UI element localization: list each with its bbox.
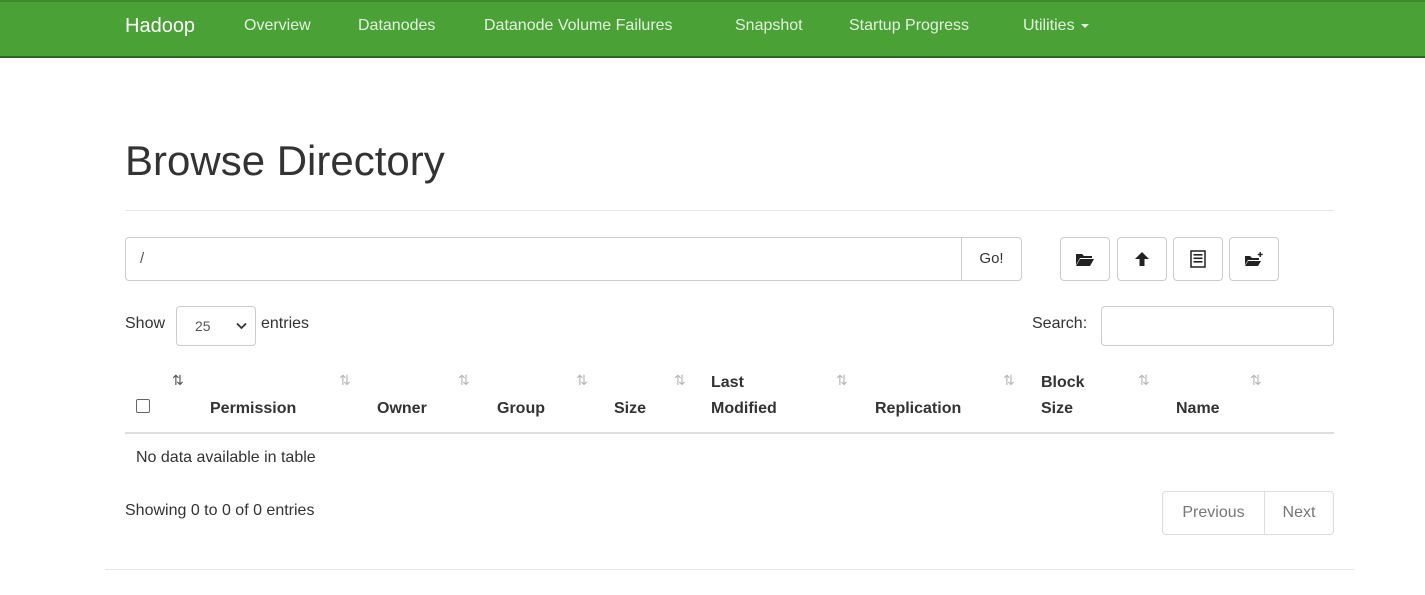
nav-datanodes[interactable]: Datanodes	[358, 16, 435, 36]
entries-label: entries	[261, 315, 310, 332]
column-header-group[interactable]: Group	[497, 396, 545, 422]
list-icon	[1190, 250, 1206, 268]
nav-datanode-volume-failures[interactable]: Datanode Volume Failures	[484, 16, 673, 36]
upload-cloud-icon	[1135, 252, 1149, 266]
brand-link[interactable]: Hadoop	[125, 14, 195, 38]
next-page-button[interactable]: Next	[1265, 492, 1333, 534]
sort-icon[interactable]: ⇅	[1250, 372, 1262, 389]
previous-page-button[interactable]: Previous	[1163, 492, 1265, 534]
directory-path-input[interactable]: /	[125, 237, 962, 281]
nav-overview[interactable]: Overview	[244, 16, 311, 36]
sort-icon[interactable]: ⇅	[576, 372, 588, 389]
sort-icon[interactable]: ⇅	[339, 372, 351, 389]
sort-asc-icon[interactable]: ⇅	[172, 372, 184, 389]
pagination: Previous Next	[1162, 491, 1334, 535]
search-label: Search:	[1032, 315, 1088, 332]
select-all-checkbox[interactable]	[136, 399, 150, 413]
page-title: Browse Directory	[125, 137, 445, 184]
show-label: Show	[125, 315, 166, 332]
column-header-replication[interactable]: Replication	[875, 396, 961, 422]
nav-utilities-label: Utilities	[1023, 17, 1075, 34]
open-folder-button[interactable]	[1060, 237, 1110, 281]
chevron-down-icon	[236, 322, 247, 330]
divider	[105, 569, 1354, 570]
column-header-block-size-line2[interactable]: Size	[1041, 396, 1073, 422]
top-navbar: Hadoop Overview Datanodes Datanode Volum…	[0, 0, 1425, 58]
column-header-last-modified-line1[interactable]: Last	[711, 370, 744, 396]
nav-snapshot[interactable]: Snapshot	[735, 16, 803, 36]
table-header-border	[125, 432, 1334, 434]
folder-open-icon	[1076, 254, 1094, 266]
nav-startup-progress[interactable]: Startup Progress	[849, 16, 969, 36]
divider	[125, 210, 1334, 211]
go-button[interactable]: Go!	[961, 237, 1022, 281]
column-header-name[interactable]: Name	[1176, 396, 1220, 422]
nav-utilities-dropdown[interactable]: Utilities	[1023, 16, 1089, 36]
search-input[interactable]	[1101, 306, 1334, 346]
path-group: / Go!	[125, 237, 1022, 281]
column-header-block-size-line1[interactable]: Block	[1041, 370, 1085, 396]
sort-icon[interactable]: ⇅	[1003, 372, 1015, 389]
column-header-size[interactable]: Size	[614, 396, 646, 422]
table-info: Showing 0 to 0 of 0 entries	[125, 502, 315, 519]
list-view-button[interactable]	[1173, 237, 1223, 281]
create-directory-button[interactable]	[1229, 237, 1279, 281]
sort-icon[interactable]: ⇅	[458, 372, 470, 389]
upload-button[interactable]	[1117, 237, 1167, 281]
sort-icon[interactable]: ⇅	[1138, 372, 1150, 389]
column-header-permission[interactable]: Permission	[210, 396, 296, 422]
sort-icon[interactable]: ⇅	[836, 372, 848, 389]
create-folder-icon	[1245, 252, 1263, 266]
column-header-last-modified-line2[interactable]: Modified	[711, 396, 777, 422]
entries-select-value: 25	[195, 318, 211, 334]
sort-icon[interactable]: ⇅	[674, 372, 686, 389]
table-empty-message: No data available in table	[136, 449, 316, 466]
entries-per-page-select[interactable]: 25	[176, 306, 256, 346]
caret-down-icon	[1080, 23, 1089, 28]
column-header-owner[interactable]: Owner	[377, 396, 427, 422]
